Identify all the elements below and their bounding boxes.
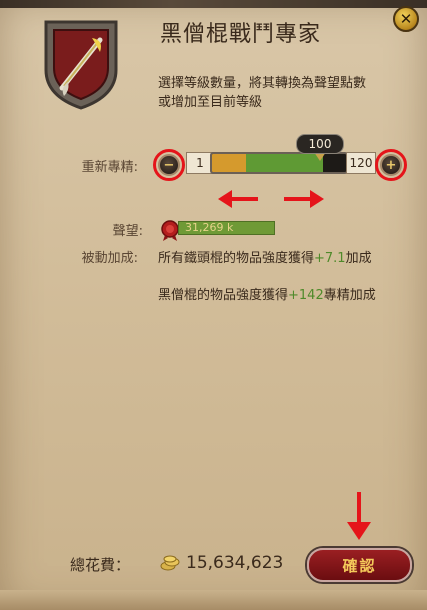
decrease-button[interactable]: − [158, 154, 180, 176]
passive-bonus-label: 被動加成: [81, 251, 138, 266]
total-cost-label: 總花費： [70, 556, 131, 574]
description: 選擇等級數量，將其轉換為聲望點數 或增加至目前等級 [158, 74, 413, 112]
reputation-value: 31,269 k [178, 221, 275, 235]
silver-coins-icon [160, 555, 180, 571]
reputation-label: 聲望: [112, 224, 143, 239]
plus-icon: + [385, 157, 397, 173]
bonus-text: 黑僧棍的物品強度獲得 [158, 288, 289, 303]
bonus-text: 所有鐵頭棍的物品強度獲得 [158, 251, 315, 266]
slider-current-fill [212, 154, 246, 172]
max-level-value: 120 [346, 152, 376, 174]
bonus-text: 專精加成 [323, 288, 376, 303]
description-line: 或增加至目前等級 [158, 95, 263, 110]
specialization-panel: 黑僧棍戰鬥專家 ✕ 選擇等級數量，將其轉換為聲望點數 或增加至目前等級 重新專精… [0, 0, 427, 610]
minus-icon: − [163, 157, 175, 173]
panel-bottom-edge [0, 590, 427, 610]
quarterstaff-shield-icon [44, 20, 118, 110]
close-button[interactable]: ✕ [393, 6, 419, 32]
passive-bonus-line: 所有鐵頭棍的物品強度獲得+7.1加成 [158, 247, 372, 266]
bonus-text: 加成 [345, 251, 372, 266]
page-title: 黑僧棍戰鬥專家 [160, 22, 322, 47]
increase-button[interactable]: + [380, 154, 402, 176]
bonus-value: +7.1 [314, 251, 346, 266]
selected-level-badge: 100 [296, 134, 344, 154]
description-line: 選擇等級數量，將其轉換為聲望點數 [158, 76, 367, 91]
confirm-button[interactable]: 確認 [307, 548, 412, 582]
level-slider[interactable] [210, 152, 348, 174]
arrow-down-icon [347, 492, 371, 540]
panel-top-edge [0, 0, 427, 8]
passive-bonus-line: 黑僧棍的物品強度獲得+142專精加成 [158, 284, 376, 303]
bonus-value: +142 [288, 288, 324, 303]
respec-label: 重新專精: [81, 160, 138, 175]
slider-selected-fill [245, 154, 324, 172]
total-cost-value: 15,634,623 [186, 553, 284, 573]
close-icon: ✕ [399, 10, 413, 28]
drag-direction-arrows-icon [218, 190, 324, 208]
